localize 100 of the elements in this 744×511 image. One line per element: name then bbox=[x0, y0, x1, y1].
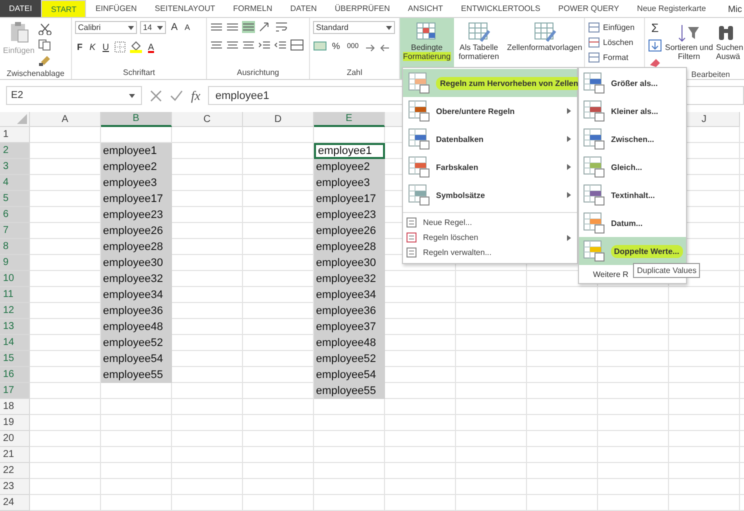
scissors-icon[interactable] bbox=[38, 23, 52, 35]
row-header[interactable]: 3 bbox=[0, 159, 30, 175]
row-header[interactable]: 14 bbox=[0, 335, 30, 351]
row-header[interactable]: 19 bbox=[0, 415, 30, 431]
ribbon-tab[interactable]: FORMELN bbox=[224, 0, 282, 17]
ribbon-tab[interactable]: SEITENLAYOUT bbox=[146, 0, 224, 17]
ribbon-tab[interactable]: EINFÜGEN bbox=[86, 0, 146, 17]
menu-item[interactable]: Doppelte Werte... bbox=[579, 237, 686, 265]
cancel-icon[interactable] bbox=[150, 90, 162, 102]
column-header[interactable]: B bbox=[101, 112, 172, 127]
row-header[interactable]: 18 bbox=[0, 399, 30, 415]
group-label: Zahl bbox=[346, 67, 364, 79]
font-color-button[interactable]: A bbox=[146, 42, 156, 52]
ribbon-tab[interactable]: ÜBERPRÜFEN bbox=[326, 0, 399, 17]
align-icon[interactable] bbox=[242, 21, 255, 33]
rule-icon bbox=[583, 100, 605, 122]
insert-function-button[interactable]: fx bbox=[191, 88, 200, 104]
align-icon[interactable] bbox=[210, 21, 223, 33]
fill-color-icon[interactable] bbox=[129, 40, 144, 53]
row-header[interactable]: 5 bbox=[0, 191, 30, 207]
border-icon[interactable] bbox=[114, 40, 126, 52]
eraser-icon[interactable] bbox=[648, 56, 662, 69]
autosum-button[interactable]: Σ bbox=[648, 21, 662, 35]
account-name[interactable]: Mic bbox=[728, 0, 744, 17]
align-icon[interactable] bbox=[210, 39, 223, 51]
ribbon-tab[interactable]: Neue Registerkarte bbox=[628, 0, 715, 17]
menu-item[interactable]: Obere/untere Regeln bbox=[403, 97, 577, 125]
ribbon-tab[interactable]: ENTWICKLERTOOLS bbox=[452, 0, 550, 17]
rule-icon bbox=[583, 240, 605, 262]
row-header[interactable]: 7 bbox=[0, 223, 30, 239]
align-icon[interactable] bbox=[226, 21, 239, 33]
row-header[interactable]: 9 bbox=[0, 255, 30, 271]
row-header[interactable]: 15 bbox=[0, 351, 30, 367]
column-header[interactable]: A bbox=[30, 112, 101, 127]
align-icon[interactable] bbox=[242, 39, 255, 51]
row-header[interactable]: 20 bbox=[0, 431, 30, 447]
insert-button[interactable]: Einfügen bbox=[588, 21, 635, 34]
bold-button[interactable]: F bbox=[75, 42, 84, 52]
find-select-button[interactable]: Suchen Auswä bbox=[716, 21, 744, 62]
menu-item[interactable]: Regeln zum Hervorheben von Zellen bbox=[403, 69, 577, 97]
currency-icon[interactable] bbox=[313, 40, 327, 52]
italic-button[interactable]: K bbox=[88, 42, 98, 52]
row-header[interactable]: 12 bbox=[0, 303, 30, 319]
row-header[interactable]: 10 bbox=[0, 271, 30, 287]
row-header[interactable]: 16 bbox=[0, 367, 30, 383]
menu-item[interactable]: Gleich... bbox=[579, 153, 686, 181]
indent-icon[interactable] bbox=[258, 39, 271, 51]
underline-button[interactable]: U bbox=[100, 42, 112, 52]
indent-icon[interactable] bbox=[274, 39, 287, 51]
ribbon-tab[interactable]: DATEN bbox=[281, 0, 326, 17]
name-box[interactable]: E2 bbox=[6, 86, 142, 105]
menu-item[interactable]: Symbolsätze bbox=[403, 181, 577, 209]
menu-item[interactable]: Neue Regel... bbox=[403, 215, 577, 230]
row-header[interactable]: 2 bbox=[0, 143, 30, 159]
brush-icon[interactable] bbox=[38, 55, 52, 67]
copy-icon[interactable] bbox=[38, 39, 52, 51]
menu-item[interactable]: Farbskalen bbox=[403, 153, 577, 181]
row-header[interactable]: 4 bbox=[0, 175, 30, 191]
row-header[interactable]: 13 bbox=[0, 319, 30, 335]
ribbon-tab[interactable]: POWER QUERY bbox=[549, 0, 628, 17]
delete-button[interactable]: Löschen bbox=[588, 36, 634, 49]
font-size-dropdown[interactable]: 14 bbox=[140, 21, 166, 34]
table-cell: employee32 bbox=[314, 271, 385, 287]
table-cell: employee48 bbox=[314, 335, 385, 351]
row-header[interactable]: 22 bbox=[0, 463, 30, 479]
row-header[interactable]: 24 bbox=[0, 495, 30, 511]
fill-down-icon[interactable] bbox=[648, 39, 662, 52]
merge-icon[interactable] bbox=[290, 39, 304, 51]
menu-item[interactable]: Datenbalken bbox=[403, 125, 577, 153]
sort-filter-button[interactable]: Sortieren und Filtern bbox=[665, 21, 714, 62]
row-header[interactable]: 6 bbox=[0, 207, 30, 223]
grow-font-button[interactable]: A bbox=[169, 22, 180, 33]
menu-item[interactable]: Datum... bbox=[579, 209, 686, 237]
shrink-font-button[interactable]: A bbox=[182, 23, 192, 32]
file-tab[interactable]: DATEI bbox=[0, 0, 41, 17]
row-header[interactable]: 23 bbox=[0, 479, 30, 495]
column-header[interactable]: C bbox=[172, 112, 243, 127]
column-header[interactable]: E bbox=[314, 112, 385, 127]
row-header[interactable]: 17 bbox=[0, 383, 30, 399]
row-header[interactable]: 8 bbox=[0, 239, 30, 255]
number-format-dropdown[interactable]: Standard bbox=[313, 21, 395, 34]
table-cell: employee32 bbox=[101, 271, 172, 287]
menu-item[interactable]: Regeln löschen bbox=[403, 230, 577, 245]
row-header[interactable]: 21 bbox=[0, 447, 30, 463]
menu-item[interactable]: Zwischen... bbox=[579, 125, 686, 153]
ribbon-tab[interactable]: START bbox=[40, 0, 86, 17]
column-header[interactable]: D bbox=[243, 112, 314, 127]
row-header[interactable]: 11 bbox=[0, 287, 30, 303]
check-icon[interactable] bbox=[170, 90, 183, 102]
menu-item[interactable]: Regeln verwalten... bbox=[403, 245, 577, 260]
table-cell: employee54 bbox=[314, 367, 385, 383]
percent-button[interactable]: % bbox=[330, 41, 342, 51]
menu-item[interactable]: Textinhalt... bbox=[579, 181, 686, 209]
menu-item[interactable]: Größer als... bbox=[579, 69, 686, 97]
font-name-dropdown[interactable]: Calibri bbox=[75, 21, 137, 34]
align-icon[interactable] bbox=[226, 39, 239, 51]
ribbon-tab[interactable]: ANSICHT bbox=[398, 0, 452, 17]
row-header[interactable]: 1 bbox=[0, 127, 30, 143]
format-button[interactable]: Format bbox=[588, 51, 628, 64]
wrap-text-icon[interactable] bbox=[275, 21, 289, 33]
